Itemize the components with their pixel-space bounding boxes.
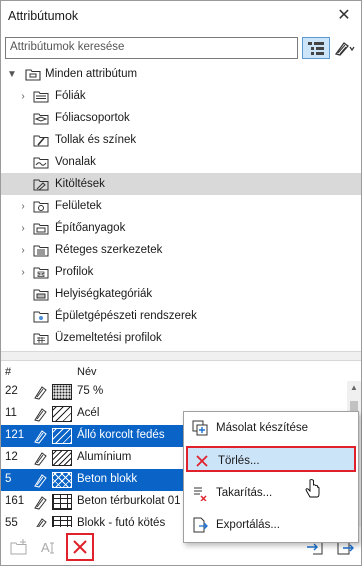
building-materials-icon bbox=[33, 223, 49, 235]
rename-icon: A bbox=[41, 540, 54, 555]
delete-icon bbox=[73, 540, 87, 554]
layer-combinations-icon bbox=[33, 113, 49, 125]
search-row: Attribútumok keresése bbox=[5, 37, 359, 59]
tree-item-zone-categories[interactable]: Helyiségkategóriák bbox=[1, 283, 361, 305]
all-attributes-icon bbox=[25, 69, 41, 81]
pens-colors-icon bbox=[33, 135, 49, 147]
list-header: # Név bbox=[1, 363, 361, 381]
mep-systems-icon bbox=[33, 311, 49, 323]
delete-icon bbox=[196, 455, 208, 467]
window-title: Attribútumok bbox=[8, 9, 79, 23]
line-types-icon bbox=[33, 157, 49, 169]
fill-pen-icon bbox=[34, 474, 47, 488]
menu-item-duplicate[interactable]: Másolat készítése bbox=[186, 415, 356, 441]
profiles-icon bbox=[33, 267, 49, 279]
svg-text:A: A bbox=[41, 540, 50, 555]
tree-item-building-materials[interactable]: › Építőanyagok bbox=[1, 217, 361, 239]
tree-item-pens-colors[interactable]: Tollak és színek bbox=[1, 129, 361, 151]
tree-item-operation-profiles[interactable]: Üzemeltetési profilok bbox=[1, 327, 361, 349]
pattern-swatch bbox=[52, 428, 72, 444]
pattern-swatch bbox=[52, 516, 72, 527]
tree-item-mep-systems[interactable]: Épületgépészeti rendszerek bbox=[1, 305, 361, 327]
chevron-right-icon[interactable]: › bbox=[18, 261, 28, 283]
tree-item-profiles[interactable]: › Profilok bbox=[1, 261, 361, 283]
tree-item-composites[interactable]: › Réteges szerkezetek bbox=[1, 239, 361, 261]
pattern-swatch bbox=[52, 450, 72, 466]
column-header-name[interactable]: Név bbox=[77, 366, 97, 378]
fill-filter-button[interactable] bbox=[331, 37, 359, 59]
fill-pen-icon bbox=[34, 452, 47, 466]
tree-view-button[interactable] bbox=[302, 37, 330, 59]
search-input[interactable]: Attribútumok keresése bbox=[5, 37, 298, 59]
chevron-right-icon[interactable]: › bbox=[18, 239, 28, 261]
tree-item-fills[interactable]: Kitöltések bbox=[1, 173, 361, 195]
menu-item-export[interactable]: Exportálás... bbox=[186, 512, 356, 538]
tree-item-surfaces[interactable]: › Felületek bbox=[1, 195, 361, 217]
tree-root-label: Minden attribútum bbox=[45, 68, 138, 80]
tree-item-layers[interactable]: › Fóliák bbox=[1, 85, 361, 107]
rename-button[interactable]: A bbox=[35, 533, 63, 561]
title-bar: Attribútumok ✕ bbox=[1, 1, 361, 31]
delete-button[interactable] bbox=[66, 533, 94, 561]
layers-icon bbox=[33, 91, 49, 103]
pattern-swatch bbox=[52, 384, 72, 400]
tree-item-layer-combinations[interactable]: Fóliacsoportok bbox=[1, 107, 361, 129]
chevron-down-icon[interactable]: ▼ bbox=[7, 63, 17, 85]
pattern-swatch bbox=[52, 472, 72, 488]
menu-item-delete[interactable]: Törlés... bbox=[186, 446, 356, 472]
fill-pen-icon bbox=[34, 430, 47, 444]
panel-splitter[interactable] bbox=[1, 351, 361, 361]
close-icon[interactable]: ✕ bbox=[335, 7, 353, 25]
fill-pen-icon bbox=[334, 42, 355, 56]
chevron-right-icon[interactable]: › bbox=[18, 85, 28, 107]
composites-icon bbox=[33, 245, 49, 257]
chevron-right-icon[interactable]: › bbox=[18, 217, 28, 239]
tree-root-all-attributes[interactable]: ▼ Minden attribútum bbox=[1, 63, 361, 85]
fill-pen-icon bbox=[34, 408, 47, 422]
new-folder-icon bbox=[10, 539, 27, 555]
purge-icon bbox=[194, 487, 207, 501]
mouse-cursor-icon bbox=[305, 479, 320, 498]
zone-categories-icon bbox=[33, 289, 49, 301]
pattern-swatch bbox=[52, 406, 72, 422]
scroll-up-icon[interactable]: ▲ bbox=[350, 383, 358, 392]
surfaces-icon bbox=[33, 201, 49, 213]
attributes-window: Attribútumok ✕ Attribútumok keresése ▼ M… bbox=[0, 0, 362, 566]
fill-pen-icon bbox=[34, 386, 47, 400]
fills-icon bbox=[33, 179, 49, 191]
context-menu: Másolat készítése Törlés... Takarítás...… bbox=[183, 411, 359, 543]
tree-view-icon bbox=[308, 42, 324, 55]
operation-profiles-icon bbox=[33, 333, 49, 345]
table-row[interactable]: 22 75 % bbox=[1, 381, 345, 403]
fill-pen-icon bbox=[36, 518, 47, 527]
duplicate-icon bbox=[192, 420, 208, 436]
pattern-swatch bbox=[52, 494, 72, 510]
fill-pen-icon bbox=[34, 496, 47, 510]
tree-item-line-types[interactable]: Vonalak bbox=[1, 151, 361, 173]
column-header-number[interactable]: # bbox=[5, 366, 11, 378]
attribute-tree: ▼ Minden attribútum › Fóliák Fóliacsopor… bbox=[1, 63, 361, 347]
menu-item-purge[interactable]: Takarítás... bbox=[186, 480, 356, 506]
export-icon bbox=[193, 517, 208, 533]
new-attribute-button[interactable] bbox=[5, 533, 33, 561]
chevron-right-icon[interactable]: › bbox=[18, 195, 28, 217]
